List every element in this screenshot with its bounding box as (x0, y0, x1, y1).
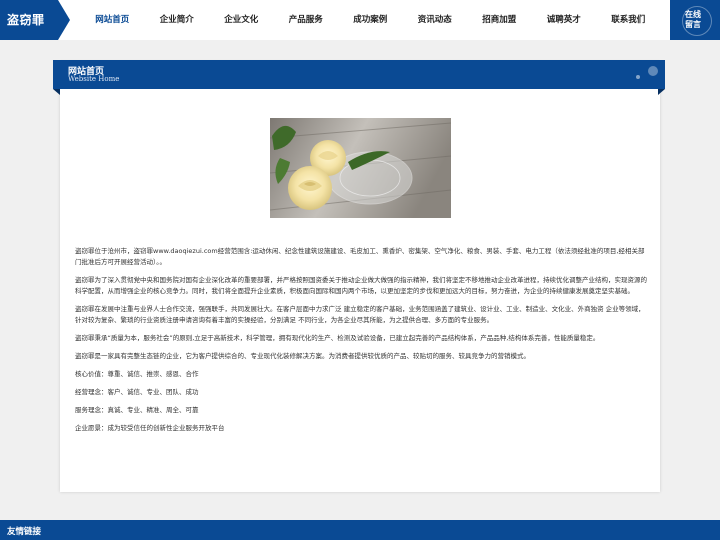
nav-item-contact[interactable]: 联系我们 (596, 0, 661, 40)
nav-item-careers[interactable]: 诚聘英才 (532, 0, 597, 40)
online-message-label: 在线留言 (685, 10, 701, 29)
band-fold-right (658, 89, 665, 95)
cooperation-paragraph: 盗窃罪在发展中注重与业界人士合作交流，强强联手，共同发展壮大。在客户层面中力求广… (75, 305, 645, 324)
nav-item-franchise[interactable]: 招商加盟 (467, 0, 532, 40)
decor-dot-large (648, 66, 658, 76)
core-values: 核心价值：尊重、诚信、推崇、感恩、合作 (75, 370, 199, 378)
nav-item-about[interactable]: 企业简介 (145, 0, 210, 40)
nav-item-home[interactable]: 网站首页 (80, 0, 145, 40)
quality-paragraph: 盗窃罪秉承“质量为本，服务社会”的原则,立足于高新技术，科学管理，拥有现代化的生… (75, 334, 600, 342)
service-philosophy: 服务理念：真诚、专业、精准、周全、可靠 (75, 406, 199, 414)
company-intro: 盗窃罪位于沧州市，盗窃罪www.daoqiezui.com经营范围含:运动休闲、… (75, 246, 647, 441)
site-header: 盗窃罪 网站首页 企业简介 企业文化 产品服务 成功案例 资讯动态 招商加盟 诚… (0, 0, 720, 40)
nav-item-cases[interactable]: 成功案例 (338, 0, 403, 40)
main-nav: 网站首页 企业简介 企业文化 产品服务 成功案例 资讯动态 招商加盟 诚聘英才 … (80, 0, 670, 40)
rose-illustration (270, 118, 451, 218)
logo-text: 盗窃罪 (7, 13, 45, 27)
section-subtitle: Website Home (68, 75, 120, 83)
online-message-button[interactable]: 在线留言 (670, 0, 720, 40)
decor-dot-small (636, 75, 640, 79)
nav-item-news[interactable]: 资讯动态 (403, 0, 468, 40)
section-title-band (53, 60, 665, 89)
rose-photo (270, 118, 451, 218)
ecosystem-paragraph: 盗窃罪是一家具有完整生态链的企业，它为客户提供综合的、专业现代化装修解决方案。为… (75, 352, 530, 360)
reform-paragraph: 盗窃罪为了深入贯彻党中央和国务院对国有企业深化改革的重要部署，并严格按照国资委关… (75, 276, 647, 295)
company-vision: 企业愿景：成为较受信任的创新性企业服务开放平台 (75, 424, 225, 432)
site-footer: 友情链接 (0, 520, 720, 540)
business-philosophy: 经营理念：客户、诚信、专业、团队、成功 (75, 388, 199, 396)
band-fold-left (53, 89, 60, 95)
intro-paragraph: 盗窃罪位于沧州市，盗窃罪www.daoqiezui.com经营范围含:运动休闲、… (75, 247, 645, 266)
friend-links-label[interactable]: 友情链接 (7, 525, 41, 537)
site-logo[interactable]: 盗窃罪 (0, 0, 70, 40)
nav-item-culture[interactable]: 企业文化 (209, 0, 274, 40)
nav-item-products[interactable]: 产品服务 (274, 0, 339, 40)
